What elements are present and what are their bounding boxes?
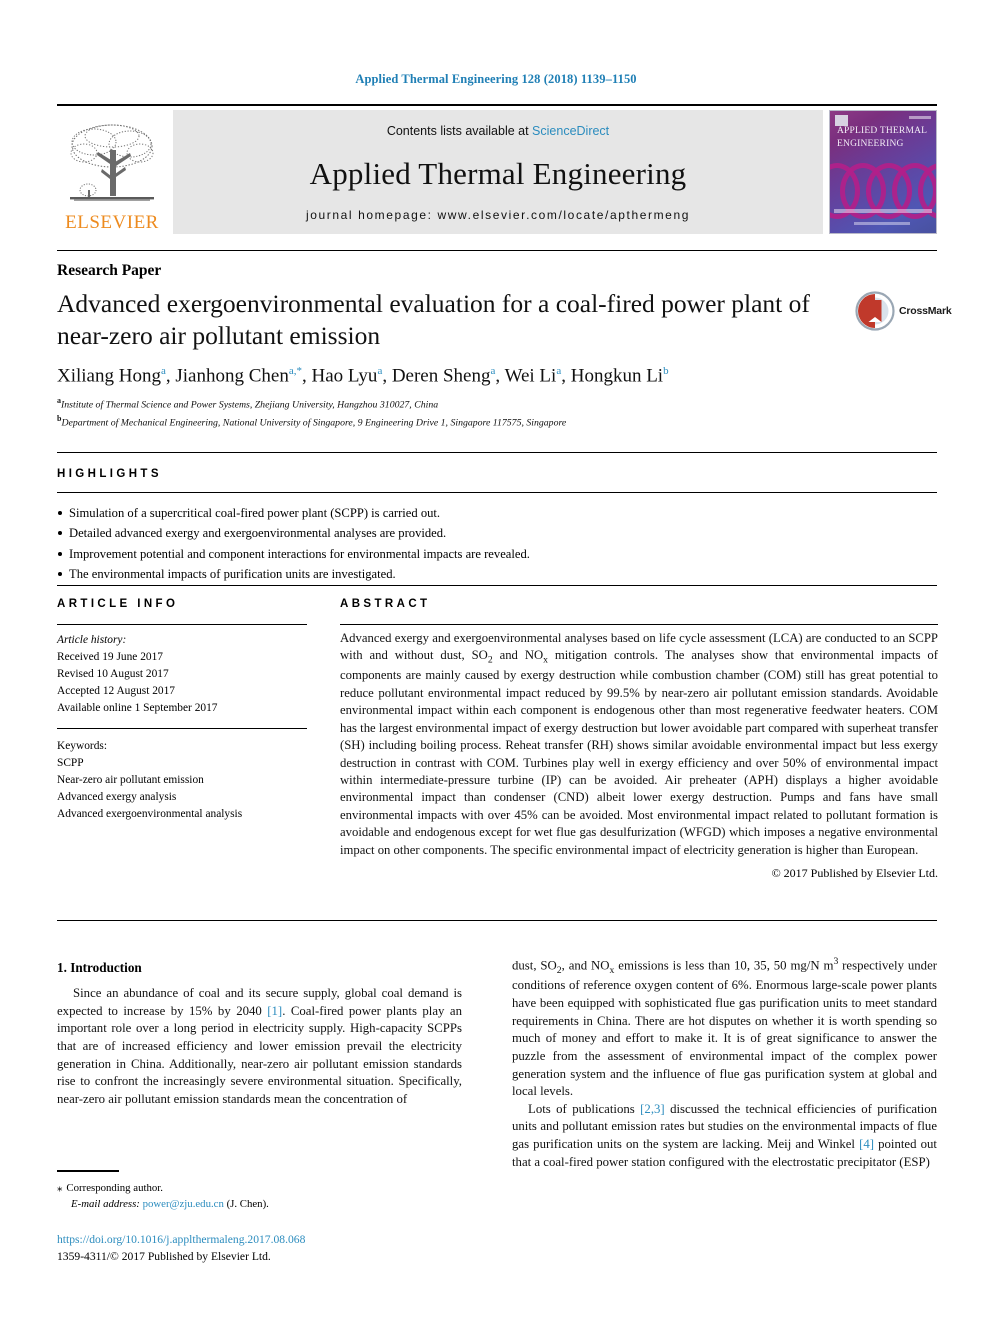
crossmark-label: CrossMark bbox=[899, 305, 952, 317]
issn-copyright-line: 1359-4311/© 2017 Published by Elsevier L… bbox=[57, 1249, 271, 1263]
keyword-item: Near-zero air pollutant emission bbox=[57, 774, 204, 787]
elsevier-tree-icon bbox=[70, 124, 154, 201]
affiliation-list: aInstitute of Thermal Science and Power … bbox=[57, 395, 887, 431]
doi-block: https://doi.org/10.1016/j.applthermaleng… bbox=[57, 1232, 477, 1266]
email-owner: (J. Chen). bbox=[226, 1198, 269, 1211]
reference-link[interactable]: [1] bbox=[267, 1004, 282, 1018]
corresponding-author-line: ⁎ Corresponding author. bbox=[57, 1182, 163, 1194]
highlights-heading: HIGHLIGHTS bbox=[57, 468, 162, 480]
contents-available-line: Contents lists available at ScienceDirec… bbox=[387, 124, 609, 138]
info-heading-underline bbox=[57, 624, 307, 625]
sciencedirect-link[interactable]: ScienceDirect bbox=[532, 124, 609, 138]
article-history-item: Available online 1 September 2017 bbox=[57, 701, 218, 714]
journal-masthead: ELSEVIER Contents lists available at Sci… bbox=[57, 104, 937, 234]
author-affiliation-marker: a bbox=[160, 365, 166, 377]
journal-title: Applied Thermal Engineering bbox=[309, 155, 687, 191]
intro-paragraph-continued: dust, SO2, and NOx emissions is less tha… bbox=[512, 956, 938, 1099]
intro-paragraph: Since an abundance of coal and its secur… bbox=[57, 986, 462, 1106]
abstract-heading-underline bbox=[340, 624, 938, 625]
reference-link[interactable]: [4] bbox=[859, 1137, 874, 1151]
author-affiliation-marker: a bbox=[490, 365, 496, 377]
keywords-block: Keywords: SCPP Near-zero air pollutant emi… bbox=[57, 738, 307, 824]
corresponding-author-footnote: ⁎ Corresponding author. E-mail address: po… bbox=[57, 1180, 462, 1212]
author-affiliation-marker: a bbox=[556, 365, 562, 377]
introduction-left-column: Since an abundance of coal and its secur… bbox=[57, 985, 462, 1109]
journal-cover-thumbnail: Applied Thermal Engineering bbox=[829, 110, 937, 234]
elsevier-wordmark: ELSEVIER bbox=[65, 212, 159, 233]
article-history-item: Revised 10 August 2017 bbox=[57, 667, 169, 680]
highlights-top-rule bbox=[57, 452, 937, 453]
journal-homepage-link[interactable]: journal homepage: www.elsevier.com/locat… bbox=[306, 208, 690, 222]
cover-issue-mark bbox=[909, 116, 931, 119]
author-affiliation-marker: b bbox=[663, 365, 669, 377]
keyword-item: Advanced exergy analysis bbox=[57, 791, 177, 804]
keywords-divider bbox=[57, 728, 307, 729]
highlight-item: Detailed advanced exergy and exergoenvir… bbox=[57, 523, 887, 543]
author-name: Deren Sheng bbox=[391, 365, 491, 387]
email-line: E-mail address: power@zju.edu.cn (J. Che… bbox=[57, 1196, 462, 1212]
keyword-item: Advanced exergoenvironmental analysis bbox=[57, 808, 243, 821]
abstract-top-rule bbox=[57, 585, 937, 586]
email-link[interactable]: power@zju.edu.cn bbox=[143, 1198, 224, 1210]
intro-paragraph-publications: Lots of publications [2,3] discussed the… bbox=[512, 1101, 938, 1169]
crossmark-icon bbox=[855, 291, 895, 331]
reference-link[interactable]: [2,3] bbox=[640, 1102, 665, 1116]
article-history-item: Accepted 12 August 2017 bbox=[57, 684, 175, 697]
keyword-item: SCPP bbox=[57, 757, 84, 770]
contents-prefix: Contents lists available at bbox=[386, 124, 533, 138]
author-affiliation-marker: a bbox=[377, 365, 383, 377]
title-top-rule bbox=[57, 250, 937, 251]
abstract-text: Advanced exergy and exergoenvironmental … bbox=[340, 631, 939, 857]
highlight-item: Simulation of a supercritical coal-fired… bbox=[57, 503, 887, 523]
author-name: Jianhong Chen bbox=[175, 365, 289, 387]
keywords-label: Keywords: bbox=[57, 740, 107, 752]
highlight-item: Improvement potential and component inte… bbox=[57, 544, 887, 564]
affiliation-item: aInstitute of Thermal Science and Power … bbox=[57, 396, 439, 411]
article-history-label: Article history: bbox=[57, 634, 127, 646]
paper-page: Applied Thermal Engineering 128 (2018) 1… bbox=[0, 0, 992, 1323]
cover-journal-title: Applied Thermal Engineering bbox=[837, 126, 927, 150]
cover-footer-mark bbox=[854, 222, 910, 225]
abstract-heading: ABSTRACT bbox=[340, 598, 431, 610]
introduction-right-column: dust, SO2, and NOx emissions is less tha… bbox=[512, 955, 937, 1171]
corresponding-marker: ⁎ bbox=[57, 1182, 63, 1194]
article-history-item: Received 19 June 2017 bbox=[57, 650, 163, 663]
running-head: Applied Thermal Engineering 128 (2018) 1… bbox=[355, 72, 637, 86]
highlights-underline bbox=[57, 492, 937, 493]
affiliation-item: bDepartment of Mechanical Engineering, N… bbox=[57, 413, 567, 429]
introduction-heading: 1. Introduction bbox=[57, 960, 142, 975]
email-label: E-mail address: bbox=[71, 1198, 140, 1211]
cover-ring-pattern bbox=[830, 163, 936, 219]
page-title: Advanced exergoenvironmental evaluation … bbox=[57, 289, 810, 351]
abstract-bottom-rule bbox=[57, 920, 937, 921]
article-type-label: Research Paper bbox=[57, 262, 162, 279]
article-history-block: Article history: Received 19 June 2017 Rev… bbox=[57, 632, 307, 716]
abstract-copyright: © 2017 Published by Elsevier Ltd. bbox=[771, 866, 938, 880]
author-name: Wei Li bbox=[504, 365, 557, 387]
crossmark-badge-group[interactable]: CrossMark bbox=[855, 288, 952, 334]
cover-footer-band bbox=[834, 209, 932, 213]
masthead-center-panel: Contents lists available at ScienceDirec… bbox=[173, 110, 823, 234]
author-name: Hao Lyu bbox=[311, 365, 378, 387]
author-name: Xiliang Hong bbox=[57, 365, 161, 387]
doi-link[interactable]: https://doi.org/10.1016/j.applthermaleng… bbox=[57, 1232, 477, 1249]
footnote-rule bbox=[57, 1170, 119, 1172]
author-list: Xiliang Honga, Jianhong Chena,*, Hao Lyu… bbox=[57, 365, 669, 387]
author-name: Hongkun Li bbox=[570, 365, 664, 387]
highlights-list: Simulation of a supercritical coal-fired… bbox=[57, 503, 887, 585]
article-info-heading: ARTICLE INFO bbox=[57, 598, 179, 610]
highlight-item: The environmental impacts of purificatio… bbox=[57, 564, 887, 584]
author-affiliation-marker: a,* bbox=[288, 365, 302, 377]
elsevier-logo: ELSEVIER bbox=[57, 110, 167, 234]
